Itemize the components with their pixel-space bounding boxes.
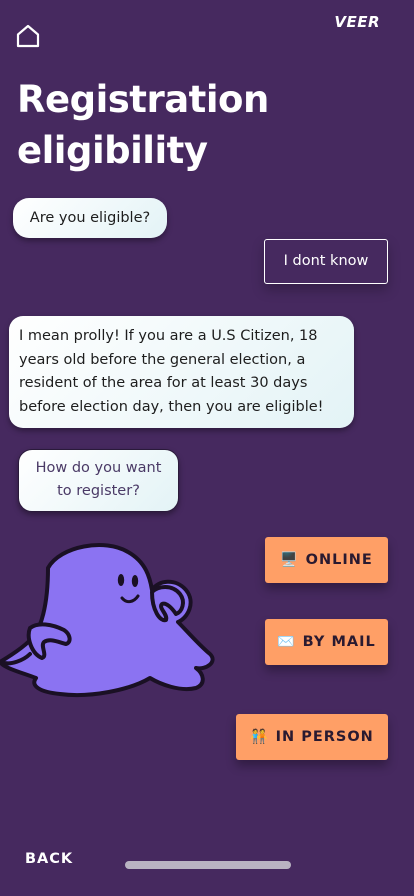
brand-logo: VEER [334,13,380,31]
page-title: Registration eligibility [17,78,269,172]
chat-bubble-eligibility-answer: I mean prolly! If you are a U.S Citizen,… [9,316,354,428]
chat-bubble-question-eligible: Are you eligible? [13,198,167,238]
register-by-mail-button[interactable]: ✉️ BY MAIL [265,619,388,665]
back-button[interactable]: BACK [25,851,73,867]
home-indicator[interactable] [125,861,291,869]
ghost-mascot-illustration [0,543,215,698]
register-by-mail-label: BY MAIL [302,634,376,650]
people-icon: 🧑‍🤝‍🧑 [250,729,268,745]
register-in-person-label: IN PERSON [275,729,374,745]
register-online-label: ONLINE [305,552,373,568]
register-in-person-button[interactable]: 🧑‍🤝‍🧑 IN PERSON [236,714,388,760]
envelope-icon: ✉️ [277,634,295,650]
reply-i-dont-know-button[interactable]: I dont know [264,239,388,284]
chat-bubble-question-register: How do you want to register? [18,449,179,512]
home-icon[interactable] [14,22,42,50]
register-online-button[interactable]: 🖥️ ONLINE [265,537,388,583]
computer-icon: 🖥️ [280,552,298,568]
